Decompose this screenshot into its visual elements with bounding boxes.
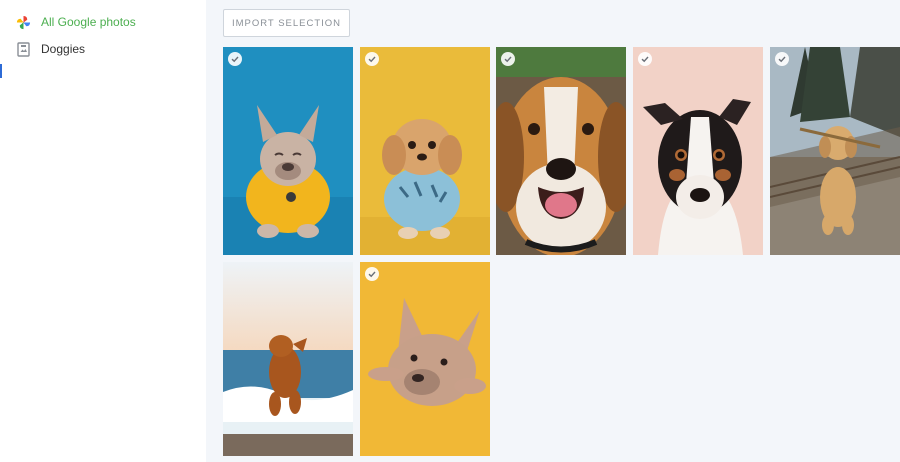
photo-tile[interactable] — [360, 47, 490, 255]
sidebar-item-doggies[interactable]: Doggies — [16, 38, 85, 60]
photo-tile[interactable] — [223, 262, 353, 456]
photo-french-bulldog-lying — [360, 262, 490, 456]
album-icon — [16, 41, 31, 57]
google-photos-pinwheel-icon — [16, 15, 31, 30]
photo-dog-running-waves — [223, 262, 353, 456]
sidebar-edge-indicator — [0, 64, 2, 78]
photo-shih-tzu-blue-shirt — [360, 47, 490, 255]
import-selection-button[interactable]: IMPORT SELECTION — [223, 9, 350, 37]
sidebar: All Google photos Doggies — [0, 0, 206, 462]
selected-check-icon[interactable] — [365, 267, 379, 281]
selected-check-icon[interactable] — [501, 52, 515, 66]
photo-tile[interactable] — [770, 47, 900, 255]
sidebar-item-label: All Google photos — [41, 15, 136, 29]
photo-tile[interactable] — [496, 47, 626, 255]
selected-check-icon[interactable] — [365, 52, 379, 66]
photo-tile[interactable] — [633, 47, 763, 255]
photo-beagle-closeup — [496, 47, 626, 255]
selected-check-icon[interactable] — [638, 52, 652, 66]
photo-golden-retriever-stick — [770, 47, 900, 255]
photo-french-bulldog-yellow-shirt — [223, 47, 353, 255]
sidebar-item-label: Doggies — [41, 42, 86, 56]
selected-check-icon[interactable] — [228, 52, 242, 66]
photo-tile[interactable] — [360, 262, 490, 456]
photo-jack-russell-closeup — [633, 47, 763, 255]
photo-grid-area: IMPORT SELECTION — [206, 0, 900, 462]
sidebar-item-all-google-photos[interactable]: All Google photos — [16, 11, 136, 33]
photo-tile[interactable] — [223, 47, 353, 255]
selected-check-icon[interactable] — [775, 52, 789, 66]
